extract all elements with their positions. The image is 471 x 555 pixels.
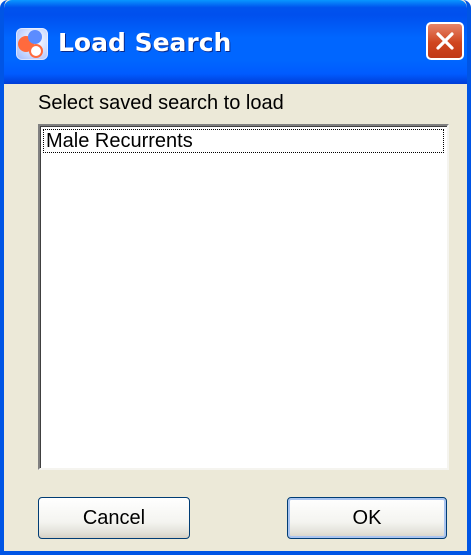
window-title: Load Search [58, 28, 232, 57]
list-item[interactable]: Male Recurrents [43, 129, 444, 153]
cancel-button[interactable]: Cancel [38, 497, 190, 539]
close-button[interactable] [426, 22, 464, 60]
saved-search-list[interactable]: Male Recurrents [38, 124, 449, 470]
ok-button[interactable]: OK [287, 497, 447, 539]
close-icon [436, 32, 454, 50]
app-icon [16, 28, 48, 60]
load-search-dialog: Load Search Select saved search to load … [0, 0, 471, 555]
title-bar[interactable]: Load Search [4, 0, 467, 84]
prompt-label: Select saved search to load [38, 92, 284, 114]
dialog-body: Select saved search to load Male Recurre… [4, 84, 467, 551]
